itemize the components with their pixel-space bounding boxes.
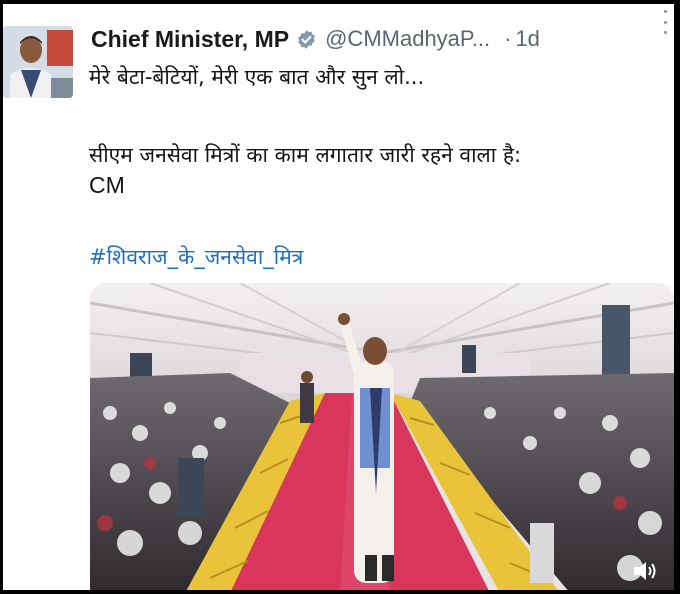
tweet-text-line-1: मेरे बेटा-बेटियों, मेरी एक बात और सुन लो… <box>89 65 425 89</box>
event-hall-photo <box>90 283 674 590</box>
separator-dot: · <box>504 26 512 51</box>
tweet-media-image[interactable] <box>90 283 674 590</box>
post-time[interactable]: 1d <box>515 26 539 52</box>
tweet-text-line-2: सीएम जनसेवा मित्रों का काम लगातार जारी र… <box>89 143 522 167</box>
tweet-header: Chief Minister, MP @CMMadhyaP... · 1d <box>91 22 666 56</box>
hashtag-link[interactable]: #शिवराज_के_जनसेवा_मित्र <box>89 242 649 272</box>
speaker-volume-icon[interactable] <box>632 559 658 583</box>
screenshot-frame: Chief Minister, MP @CMMadhyaP... · 1d मे… <box>0 0 680 594</box>
verified-badge-icon <box>298 29 315 49</box>
author-name[interactable]: Chief Minister, MP <box>91 26 289 53</box>
tweet-text-line-3: CM <box>89 172 125 198</box>
tweet-card[interactable]: Chief Minister, MP @CMMadhyaP... · 1d मे… <box>3 4 674 590</box>
more-vertical-icon[interactable] <box>660 10 670 34</box>
avatar[interactable] <box>3 26 73 98</box>
author-handle[interactable]: @CMMadhyaP... <box>325 26 490 52</box>
